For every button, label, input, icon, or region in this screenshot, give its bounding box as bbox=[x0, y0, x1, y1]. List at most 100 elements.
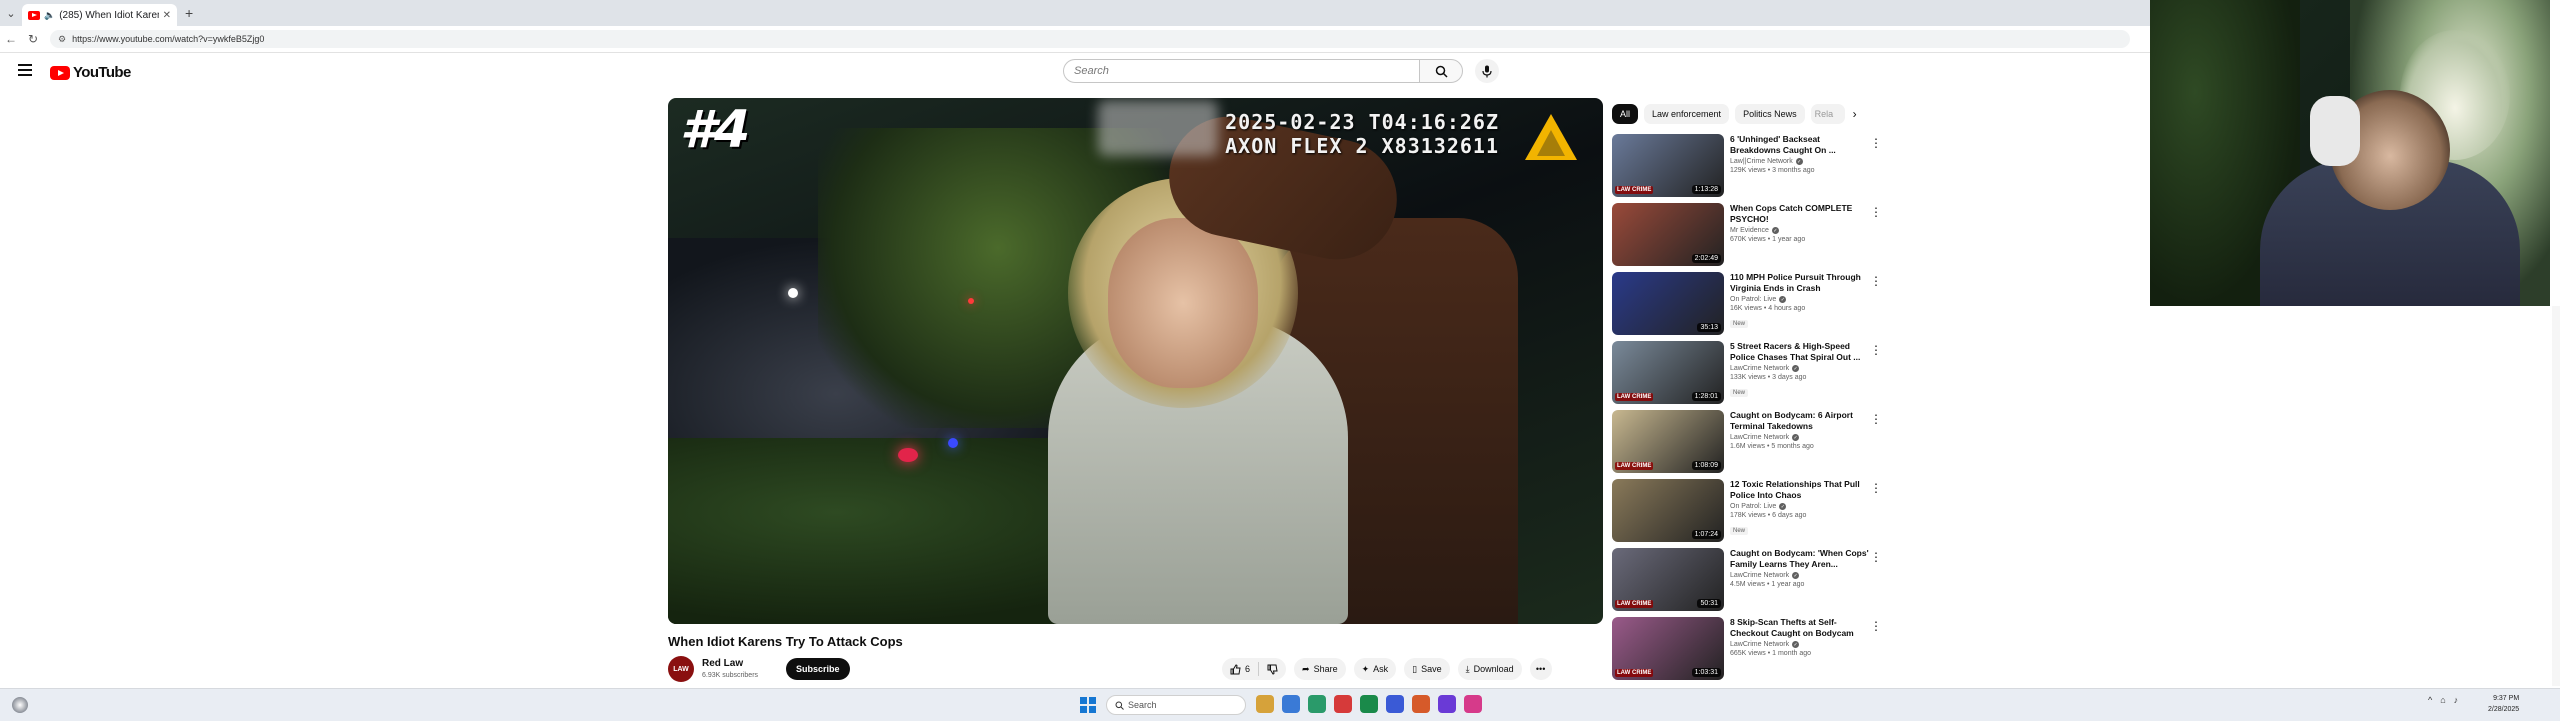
chip-politics-news[interactable]: Politics News bbox=[1735, 104, 1805, 124]
more-vert-icon[interactable]: ⋮ bbox=[1870, 412, 1882, 426]
taskbar-clock[interactable]: 9:37 PM 2/28/2025 bbox=[2488, 693, 2519, 715]
video-thumbnail[interactable]: LAW CRIME 50:31 bbox=[1612, 548, 1724, 611]
more-vert-icon[interactable]: ⋮ bbox=[1870, 274, 1882, 288]
taskbar-app-icon[interactable] bbox=[1360, 695, 1378, 713]
address-url: https://www.youtube.com/watch?v=ywkfeB5Z… bbox=[72, 34, 265, 44]
browser-tab-active[interactable]: 🔈 (285) When Idiot Karens Try T... ✕ bbox=[22, 4, 177, 26]
video-thumbnail[interactable]: 35:13 bbox=[1612, 272, 1724, 335]
taskbar-app-icon[interactable] bbox=[1334, 695, 1352, 713]
taskbar-app-icon[interactable] bbox=[1256, 695, 1274, 713]
more-vert-icon[interactable]: ⋮ bbox=[1870, 136, 1882, 150]
recommendation-item[interactable]: LAW CRIME 1:03:31 8 Skip-Scan Thefts at … bbox=[1612, 617, 1882, 686]
axon-logo-icon bbox=[1525, 114, 1577, 160]
youtube-favicon-icon bbox=[28, 10, 40, 20]
recommendation-meta: 129K views • 3 months ago bbox=[1730, 167, 1815, 174]
recommendation-channel[interactable]: Mr Evidence ✓ bbox=[1730, 227, 1870, 234]
recommendation-channel[interactable]: LawCrime Network ✓ bbox=[1730, 434, 1870, 441]
chevron-up-icon[interactable]: ^ bbox=[2428, 695, 2432, 705]
video-thumbnail[interactable]: LAW CRIME 1:28:01 bbox=[1612, 341, 1724, 404]
chip-related[interactable]: Rela bbox=[1810, 104, 1845, 124]
subscribe-button[interactable]: Subscribe bbox=[786, 658, 850, 680]
video-thumbnail[interactable]: 1:07:24 bbox=[1612, 479, 1724, 542]
menu-icon[interactable] bbox=[18, 64, 32, 76]
recommendation-title[interactable]: 110 MPH Police Pursuit Through Virginia … bbox=[1730, 272, 1870, 294]
recommendation-title[interactable]: 6 'Unhinged' Backseat Breakdowns Caught … bbox=[1730, 134, 1870, 156]
tab-search-icon[interactable]: ⌄ bbox=[0, 7, 22, 20]
save-button[interactable]: ▯ Save bbox=[1404, 658, 1450, 680]
recommendation-item[interactable]: LAW CRIME 1:08:09 Caught on Bodycam: 6 A… bbox=[1612, 410, 1882, 479]
more-actions-button[interactable]: ••• bbox=[1529, 658, 1552, 680]
video-scene-light bbox=[948, 438, 958, 448]
channel-name[interactable]: Red Law bbox=[702, 658, 743, 669]
recommendation-item[interactable]: 35:13 110 MPH Police Pursuit Through Vir… bbox=[1612, 272, 1882, 341]
page-scrollbar[interactable] bbox=[2552, 306, 2560, 686]
video-thumbnail[interactable]: LAW CRIME 1:03:31 bbox=[1612, 617, 1724, 680]
chevron-right-icon[interactable]: › bbox=[1853, 107, 1857, 121]
download-label: Download bbox=[1473, 664, 1514, 674]
search-button[interactable] bbox=[1419, 59, 1463, 83]
youtube-play-icon bbox=[50, 65, 70, 80]
network-icon[interactable]: ⌂ bbox=[2440, 695, 2445, 705]
system-tray: ^ ⌂ ♪ bbox=[2428, 695, 2458, 705]
taskbar-app-icon[interactable] bbox=[1282, 695, 1300, 713]
taskbar-search[interactable]: Search bbox=[1106, 695, 1246, 715]
ask-button[interactable]: ✦ Ask bbox=[1353, 658, 1397, 680]
weather-widget-icon[interactable] bbox=[12, 697, 28, 713]
recommendation-title[interactable]: 12 Toxic Relationships That Pull Police … bbox=[1730, 479, 1870, 501]
recommendation-title[interactable]: Caught on Bodycam: 6 Airport Terminal Ta… bbox=[1730, 410, 1870, 432]
recommendation-channel[interactable]: LawCrime Network ✓ bbox=[1730, 572, 1870, 579]
recommendation-channel[interactable]: LawCrime Network ✓ bbox=[1730, 641, 1870, 648]
channel-avatar[interactable]: LAW bbox=[668, 656, 694, 682]
video-thumbnail[interactable]: LAW CRIME 1:08:09 bbox=[1612, 410, 1724, 473]
new-tab-icon[interactable]: + bbox=[185, 5, 193, 21]
recommendation-title[interactable]: Caught on Bodycam: 'When Cops' Family Le… bbox=[1730, 548, 1870, 570]
speaker-icon[interactable]: 🔈 bbox=[44, 10, 55, 21]
recommendation-title[interactable]: 5 Street Racers & High-Speed Police Chas… bbox=[1730, 341, 1870, 363]
start-icon[interactable] bbox=[1080, 697, 1096, 713]
recommendation-meta: 670K views • 1 year ago bbox=[1730, 236, 1806, 243]
more-vert-icon[interactable]: ⋮ bbox=[1870, 619, 1882, 633]
recommendation-title[interactable]: When Cops Catch COMPLETE PSYCHO! bbox=[1730, 203, 1870, 225]
taskbar-app-icon[interactable] bbox=[1412, 695, 1430, 713]
youtube-logo[interactable]: YouTube bbox=[50, 64, 131, 81]
recommendation-title[interactable]: 8 Skip-Scan Thefts at Self-Checkout Caug… bbox=[1730, 617, 1870, 639]
video-player[interactable]: #4 2025-02-23 T04:16:26Z AXON FLEX 2 X83… bbox=[668, 98, 1603, 624]
voice-search-button[interactable] bbox=[1475, 59, 1499, 83]
reload-icon[interactable]: ↻ bbox=[22, 32, 44, 46]
recommendation-channel[interactable]: On Patrol: Live ✓ bbox=[1730, 296, 1870, 303]
recommendation-channel[interactable]: Law||Crime Network ✓ bbox=[1730, 158, 1870, 165]
recommendation-channel[interactable]: LawCrime Network ✓ bbox=[1730, 365, 1870, 372]
search-input[interactable] bbox=[1063, 59, 1419, 83]
chip-law-enforcement[interactable]: Law enforcement bbox=[1644, 104, 1730, 124]
chip-all[interactable]: All bbox=[1612, 104, 1639, 124]
recommendation-channel[interactable]: On Patrol: Live ✓ bbox=[1730, 503, 1870, 510]
taskbar-app-icon[interactable] bbox=[1386, 695, 1404, 713]
taskbar-app-icon[interactable] bbox=[1438, 695, 1456, 713]
video-scene-blur bbox=[1098, 100, 1218, 156]
address-bar[interactable]: ⚙ https://www.youtube.com/watch?v=ywkfeB… bbox=[50, 30, 2130, 48]
more-vert-icon[interactable]: ⋮ bbox=[1870, 481, 1882, 495]
more-vert-icon[interactable]: ⋮ bbox=[1870, 343, 1882, 357]
recommendation-item[interactable]: LAW CRIME 1:13:28 6 'Unhinged' Backseat … bbox=[1612, 134, 1882, 203]
download-button[interactable]: ⤓ Download bbox=[1457, 658, 1522, 680]
volume-icon[interactable]: ♪ bbox=[2454, 695, 2459, 705]
dislike-button[interactable] bbox=[1259, 664, 1286, 675]
taskbar-app-icon[interactable] bbox=[1464, 695, 1482, 713]
recommendation-item[interactable]: 2:02:49 When Cops Catch COMPLETE PSYCHO!… bbox=[1612, 203, 1882, 272]
recommendation-meta: 1.6M views • 5 months ago bbox=[1730, 443, 1814, 450]
recommendation-item[interactable]: LAW CRIME 50:31 Caught on Bodycam: 'When… bbox=[1612, 548, 1882, 617]
taskbar-app-icon[interactable] bbox=[1308, 695, 1326, 713]
recommendation-item[interactable]: LAW CRIME 1:28:01 5 Street Racers & High… bbox=[1612, 341, 1882, 410]
video-thumbnail[interactable]: LAW CRIME 1:13:28 bbox=[1612, 134, 1724, 197]
recommendation-info: Caught on Bodycam: 6 Airport Terminal Ta… bbox=[1730, 410, 1870, 479]
share-button[interactable]: ➦ Share bbox=[1294, 658, 1346, 680]
site-info-icon[interactable]: ⚙ bbox=[58, 34, 66, 45]
recommendation-item[interactable]: 1:07:24 12 Toxic Relationships That Pull… bbox=[1612, 479, 1882, 548]
close-tab-icon[interactable]: ✕ bbox=[163, 10, 171, 21]
back-icon[interactable]: ← bbox=[0, 32, 22, 46]
more-vert-icon[interactable]: ⋮ bbox=[1870, 550, 1882, 564]
video-thumbnail[interactable]: 2:02:49 bbox=[1612, 203, 1724, 266]
like-button[interactable]: 6 bbox=[1222, 663, 1258, 675]
verified-icon: ✓ bbox=[1779, 503, 1787, 510]
more-vert-icon[interactable]: ⋮ bbox=[1870, 205, 1882, 219]
